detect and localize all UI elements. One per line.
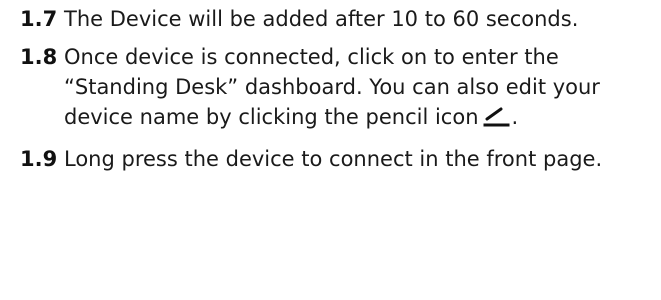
step-1-7: 1.7 The Device will be added after 10 to… [20,4,661,34]
step-1-8: 1.8 Once device is connected, click on t… [20,42,661,136]
pencil-icon [483,106,511,136]
step-text-after-icon: . [511,105,519,129]
step-number: 1.9 [20,147,58,171]
step-number: 1.7 [20,7,58,31]
step-text: The Device will be added after 10 to 60 … [64,7,579,31]
step-text: Long press the device to connect in the … [64,147,603,171]
step-1-9: 1.9 Long press the device to connect in … [20,144,661,174]
step-text: Once device is connected, click on to en… [64,42,624,136]
step-number: 1.8 [20,45,58,69]
step-text-before-icon: Once device is connected, click on to en… [64,45,600,129]
instruction-steps: 1.7 The Device will be added after 10 to… [0,0,661,300]
